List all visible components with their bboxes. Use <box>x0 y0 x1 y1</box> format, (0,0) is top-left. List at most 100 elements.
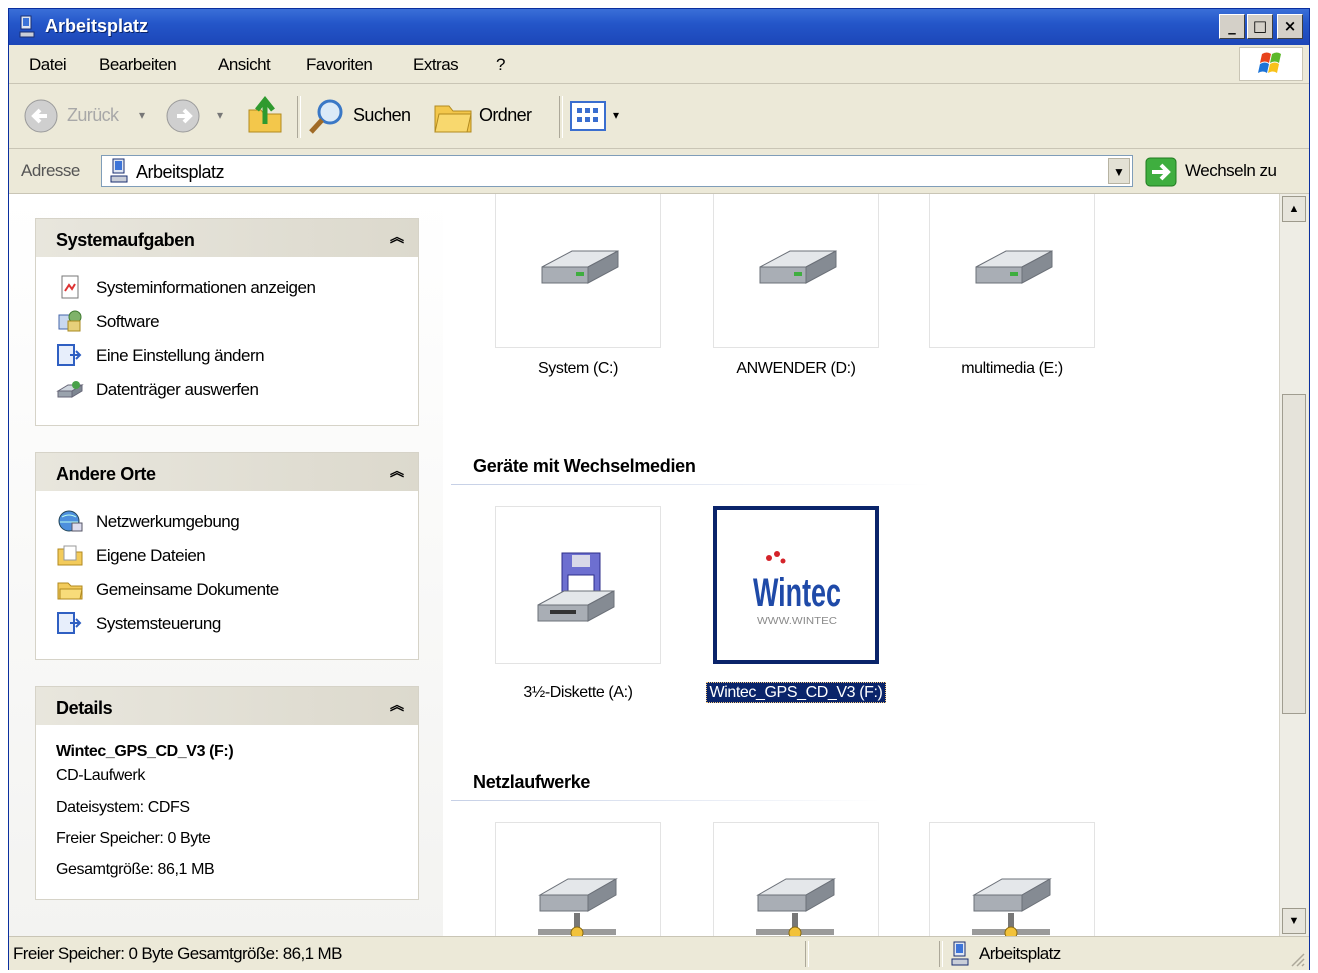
views-icon[interactable] <box>569 100 609 132</box>
menu-extras[interactable]: Extras <box>413 55 459 75</box>
close-button[interactable]: × <box>1277 14 1303 39</box>
address-value: Arbeitsplatz <box>136 162 225 182</box>
cd-brand: Wintec <box>753 571 841 615</box>
details-header[interactable]: Details ︽ <box>36 687 418 725</box>
title-bar[interactable]: Arbeitsplatz _ □ × <box>9 9 1309 45</box>
panel-title: Details <box>56 698 113 718</box>
group-divider <box>451 800 881 801</box>
network-drive-icon <box>972 878 1052 936</box>
status-separator <box>805 941 809 967</box>
status-bar: Freier Speicher: 0 Byte Gesamtgröße: 86,… <box>9 936 1309 970</box>
drive-label: 3½-Diskette (A:) <box>523 684 633 701</box>
collapse-chevron-icon[interactable]: ︽ <box>390 695 404 715</box>
views-dropdown-icon[interactable]: ▾ <box>613 108 619 122</box>
window-title: Arbeitsplatz <box>45 16 149 36</box>
my-documents-icon <box>57 545 83 566</box>
software-icon <box>58 310 82 332</box>
drive-tile <box>929 194 1095 348</box>
menu-bearbeiten[interactable]: Bearbeiten <box>99 55 177 75</box>
hard-disk-icon <box>975 250 1053 284</box>
back-dropdown-icon[interactable]: ▾ <box>139 108 145 122</box>
resize-grip-icon[interactable] <box>1289 951 1305 967</box>
control-panel-icon <box>57 612 82 634</box>
other-places-panel: Andere Orte ︽ Netzwerkumgebung Eigene Da… <box>35 452 419 660</box>
drive-tile-selected: Wintec WWW.WINTEC <box>713 506 879 664</box>
menu-datei[interactable]: Datei <box>29 55 67 75</box>
drive-tile <box>495 194 661 348</box>
forward-arrow-icon[interactable] <box>165 98 201 134</box>
network-icon <box>58 510 83 532</box>
cd-subtitle: WWW.WINTEC <box>757 616 837 627</box>
content-area: Systemaufgaben ︽ Systeminformationen anz… <box>9 194 1279 936</box>
search-button[interactable]: Suchen <box>353 105 411 126</box>
wintec-logo-icon: Wintec WWW.WINTEC <box>753 551 841 627</box>
details-drive-name: Wintec_GPS_CD_V3 (F:) <box>56 743 234 760</box>
folders-icon[interactable] <box>433 98 473 134</box>
details-panel: Details ︽ Wintec_GPS_CD_V3 (F:) CD-Laufw… <box>35 686 419 900</box>
explorer-window: Arbeitsplatz _ □ × Datei Bearbeiten Ansi… <box>8 8 1310 970</box>
panel-title: Systemaufgaben <box>56 230 195 250</box>
maximize-button[interactable]: □ <box>1247 14 1273 39</box>
group-divider <box>451 484 931 485</box>
details-filesystem: Dateisystem: CDFS <box>56 799 190 816</box>
eject-drive-icon <box>56 381 84 398</box>
forward-dropdown-icon[interactable]: ▾ <box>217 108 223 122</box>
network-drive-icon <box>538 878 618 936</box>
status-text: Freier Speicher: 0 Byte Gesamtgröße: 86,… <box>13 944 342 963</box>
back-arrow-icon[interactable] <box>23 98 59 134</box>
shared-folder-icon <box>57 582 83 600</box>
system-tasks-panel: Systemaufgaben ︽ Systeminformationen anz… <box>35 218 419 426</box>
panel-title: Andere Orte <box>56 464 156 484</box>
group-title-network: Netzlaufwerke <box>473 772 591 792</box>
vertical-scrollbar[interactable]: ▲ ▼ <box>1279 194 1308 936</box>
drive-tile <box>495 506 661 664</box>
collapse-chevron-icon[interactable]: ︽ <box>390 461 404 481</box>
search-icon[interactable] <box>307 96 347 136</box>
drive-tile <box>495 822 661 936</box>
address-dropdown-button[interactable]: ▼ <box>1108 158 1130 184</box>
network-drive-icon <box>756 878 836 936</box>
toolbar-separator <box>559 96 563 138</box>
details-drive-type: CD-Laufwerk <box>56 767 145 784</box>
go-arrow-icon[interactable] <box>1145 157 1177 187</box>
back-button[interactable]: Zurück <box>67 105 119 126</box>
drive-label: multimedia (E:) <box>961 360 1063 377</box>
status-separator <box>939 941 943 967</box>
toolbar: Zurück ▾ ▾ Suchen Ordner ▾ <box>9 84 1309 149</box>
drive-tile <box>929 822 1095 936</box>
address-label: Adresse <box>21 161 80 180</box>
other-places-header[interactable]: Andere Orte ︽ <box>36 453 418 491</box>
folders-button[interactable]: Ordner <box>479 105 532 126</box>
go-button[interactable]: Wechseln zu <box>1185 161 1277 181</box>
collapse-chevron-icon[interactable]: ︽ <box>390 227 404 247</box>
menu-favoriten[interactable]: Favoriten <box>306 55 373 75</box>
drive-tile <box>713 194 879 348</box>
scroll-thumb[interactable] <box>1282 394 1306 714</box>
details-total-size: Gesamtgröße: 86,1 MB <box>56 861 215 878</box>
scroll-down-button[interactable]: ▼ <box>1282 908 1306 934</box>
control-panel-icon <box>57 344 82 366</box>
folder-up-icon[interactable] <box>245 94 285 136</box>
computer-icon <box>951 941 969 966</box>
details-free-space: Freier Speicher: 0 Byte <box>56 830 211 847</box>
menu-bar: Datei Bearbeiten Ansicht Favoriten Extra… <box>9 45 1309 84</box>
computer-icon <box>110 158 128 183</box>
selected-drive-name: Wintec_GPS_CD_V3 (F:) <box>705 682 887 703</box>
address-input[interactable]: Arbeitsplatz ▼ <box>101 155 1133 187</box>
scroll-up-button[interactable]: ▲ <box>1282 196 1306 222</box>
hard-disk-icon <box>541 250 619 284</box>
group-title-removable: Geräte mit Wechselmedien <box>473 456 696 476</box>
drive-label-selected: Wintec_GPS_CD_V3 (F:) <box>697 682 895 703</box>
status-location: Arbeitsplatz <box>979 944 1061 963</box>
minimize-button[interactable]: _ <box>1219 14 1245 39</box>
menu-ansicht[interactable]: Ansicht <box>218 55 271 75</box>
address-bar: Adresse Arbeitsplatz ▼ Wechseln zu <box>9 149 1309 194</box>
system-tasks-header[interactable]: Systemaufgaben ︽ <box>36 219 418 257</box>
drive-label: ANWENDER (D:) <box>736 360 856 377</box>
system-info-icon <box>61 275 79 299</box>
task-pane: Systemaufgaben ︽ Systeminformationen anz… <box>9 194 443 936</box>
menu-help[interactable]: ? <box>496 55 505 75</box>
drive-tile <box>713 822 879 936</box>
floppy-drive-icon <box>537 552 615 622</box>
hard-disk-icon <box>759 250 837 284</box>
